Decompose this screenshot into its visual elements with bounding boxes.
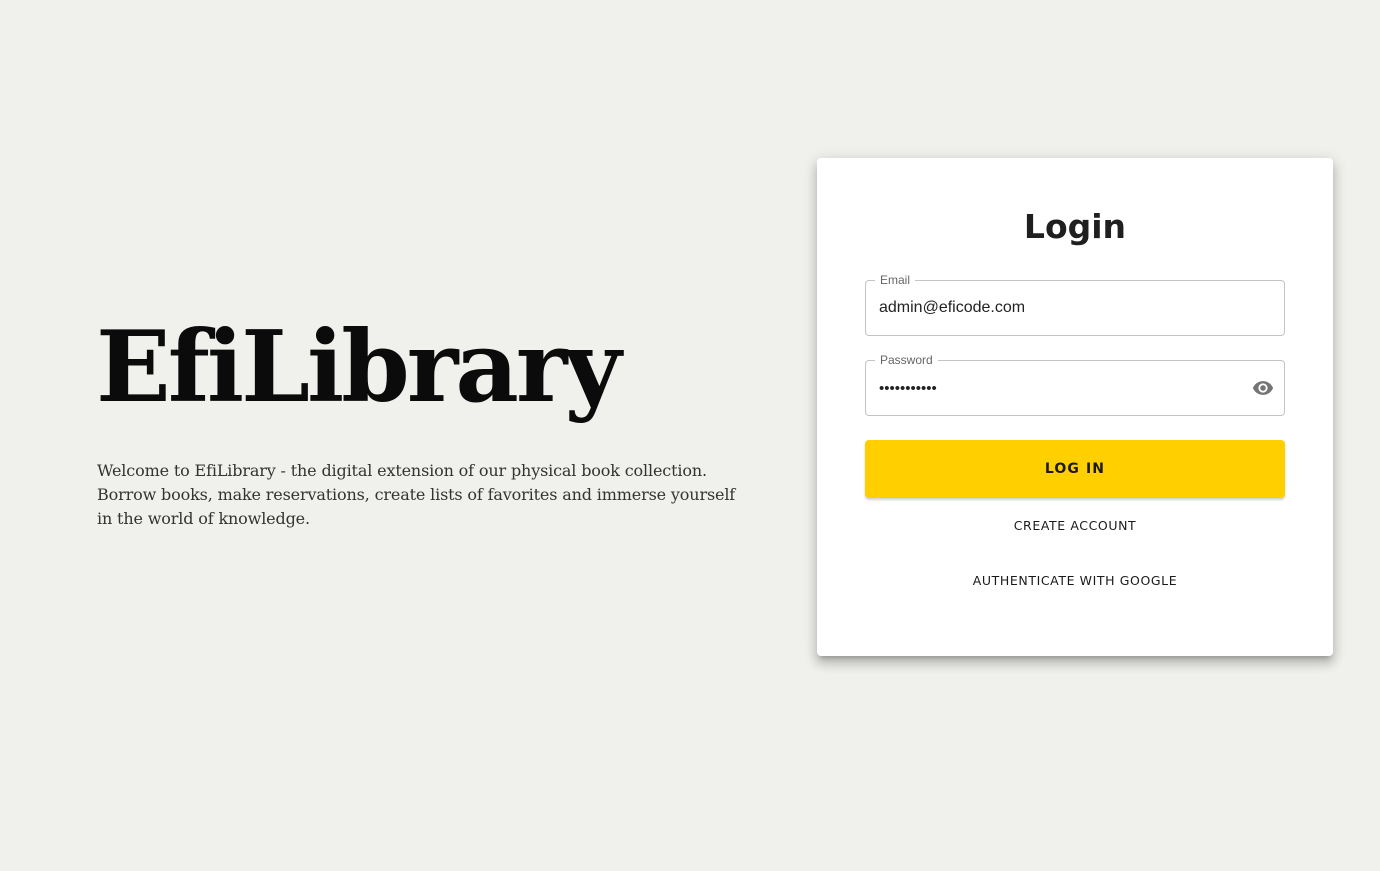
google-auth-button[interactable]: AUTHENTICATE WITH GOOGLE xyxy=(817,562,1333,598)
create-account-button[interactable]: CREATE ACCOUNT xyxy=(817,507,1333,543)
app-title: EfiLibrary xyxy=(96,310,621,425)
login-card: Login Email Password LOG IN CREATE ACCOU… xyxy=(817,158,1333,656)
app-description: Welcome to EfiLibrary - the digital exte… xyxy=(97,461,736,528)
password-input[interactable] xyxy=(879,361,1249,415)
email-input[interactable] xyxy=(879,281,1249,335)
login-title: Login xyxy=(1023,207,1127,246)
eye-icon[interactable] xyxy=(1250,375,1276,401)
login-button[interactable]: LOG IN xyxy=(865,440,1285,498)
password-field[interactable]: Password xyxy=(865,352,1285,416)
email-field[interactable]: Email xyxy=(865,272,1285,336)
